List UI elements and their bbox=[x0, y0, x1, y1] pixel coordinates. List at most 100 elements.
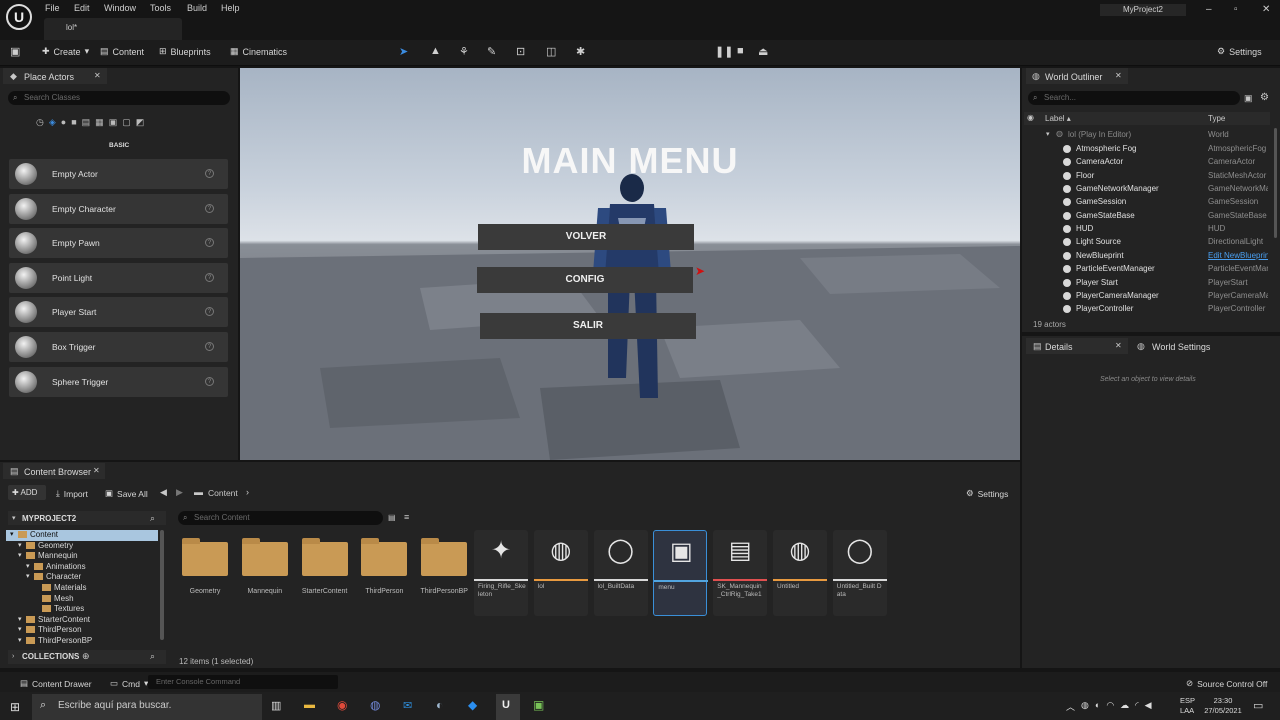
asset-tile[interactable]: ◯ lol_BuiltData bbox=[593, 530, 648, 616]
unreal-logo-icon[interactable]: U bbox=[6, 4, 32, 30]
source-control-button[interactable]: ⊘ Source Control Off bbox=[1186, 678, 1267, 689]
help-icon[interactable]: ? bbox=[205, 342, 214, 351]
volumes-icon[interactable]: ▣ bbox=[109, 117, 118, 131]
import-button[interactable]: ⤓ Import bbox=[56, 488, 88, 499]
close-button[interactable]: ✕ bbox=[1262, 4, 1270, 15]
maximize-button[interactable]: ▫ bbox=[1234, 4, 1238, 15]
save-icon[interactable]: ▣ bbox=[10, 45, 20, 58]
search-content-input[interactable]: Search Content bbox=[178, 511, 383, 525]
search-classes-input[interactable]: Search Classes bbox=[8, 91, 230, 105]
steam-tray-icon[interactable]: ◐ bbox=[1095, 700, 1100, 713]
vscode-icon[interactable]: ◆ bbox=[468, 698, 477, 712]
level-viewport[interactable]: MAIN MENU VOLVER CONFIG SALIR ➤ bbox=[240, 68, 1020, 460]
help-icon[interactable]: ? bbox=[205, 238, 214, 248]
animation-mode-icon[interactable]: ✱ bbox=[576, 45, 585, 58]
filter-icon[interactable]: ≡ bbox=[404, 512, 409, 522]
notifications-icon[interactable]: ▭ bbox=[1253, 699, 1263, 712]
tree-item[interactable]: Mesh bbox=[6, 594, 158, 605]
file-explorer-icon[interactable]: ▬ bbox=[304, 699, 315, 711]
taskbar-search-input[interactable]: Escribe aquí para buscar. bbox=[32, 694, 262, 720]
help-icon[interactable]: ? bbox=[205, 169, 214, 178]
tree-item[interactable]: ▾ ThirdPerson bbox=[6, 625, 158, 636]
outliner-row[interactable]: NewBlueprint Edit NewBlueprint bbox=[1026, 250, 1270, 263]
outliner-row[interactable]: PlayerController PlayerController bbox=[1026, 303, 1270, 316]
history-forward-icon[interactable]: ▶ bbox=[176, 487, 183, 498]
salir-button[interactable]: SALIR bbox=[480, 313, 696, 339]
volume-icon[interactable]: ◀ bbox=[1145, 700, 1152, 713]
outliner-row[interactable]: Atmospheric Fog AtmosphericFog bbox=[1026, 143, 1270, 156]
pause-icon[interactable]: ❚❚ bbox=[715, 45, 733, 58]
asset-tile[interactable]: ◯ Untitled_Built Data bbox=[832, 530, 887, 616]
cinematic-icon[interactable]: ▤ bbox=[82, 117, 91, 131]
asset-tile[interactable]: ◍ lol bbox=[533, 530, 588, 616]
menu-help[interactable]: Help bbox=[221, 3, 240, 13]
windows-start-icon[interactable]: ⊞ bbox=[10, 700, 20, 714]
actor-item[interactable]: Empty Pawn? bbox=[9, 228, 228, 259]
project-root-label[interactable]: MYPROJECT2 bbox=[22, 514, 76, 523]
collections-label[interactable]: COLLECTIONS bbox=[22, 652, 79, 661]
menu-edit[interactable]: Edit bbox=[74, 3, 90, 13]
clock[interactable]: 23:30 27/05/2021 bbox=[1202, 696, 1244, 716]
folder-tile[interactable]: ThirdPersonBP bbox=[417, 538, 471, 608]
close-tab-icon[interactable]: ✕ bbox=[1115, 71, 1122, 80]
label-column-header[interactable]: Label ▴ bbox=[1045, 114, 1071, 123]
chrome-icon[interactable]: ◉ bbox=[337, 698, 347, 712]
outliner-row[interactable]: PlayerCameraManager PlayerCameraManager bbox=[1026, 290, 1270, 303]
cinematics-button[interactable]: ▦ Cinematics bbox=[230, 46, 287, 57]
shapes-icon[interactable]: ■ bbox=[71, 117, 76, 131]
actor-item[interactable]: Player Start? bbox=[9, 297, 228, 328]
outliner-row[interactable]: ParticleEventManager ParticleEventManager bbox=[1026, 263, 1270, 276]
outliner-row[interactable]: GameNetworkManager GameNetworkManager bbox=[1026, 183, 1270, 196]
select-mode-icon[interactable]: ➤ bbox=[399, 45, 408, 58]
outliner-scrollbar[interactable] bbox=[1274, 128, 1277, 238]
visibility-icon[interactable]: ◉ bbox=[1027, 113, 1034, 122]
discord-tray-icon[interactable]: ◍ bbox=[1081, 700, 1089, 713]
asset-tile[interactable]: ✦ Firing_Rifle_Skeleton bbox=[474, 530, 528, 616]
actor-item[interactable]: Empty Actor? bbox=[9, 159, 228, 189]
close-tab-icon[interactable]: ✕ bbox=[94, 71, 101, 80]
outliner-row[interactable]: GameStateBase GameStateBase bbox=[1026, 210, 1270, 223]
asset-tile[interactable]: ▣ menu bbox=[653, 530, 709, 616]
tree-scrollbar[interactable] bbox=[160, 530, 164, 640]
menu-tools[interactable]: Tools bbox=[150, 3, 171, 13]
outliner-row[interactable]: CameraActor CameraActor bbox=[1026, 156, 1270, 169]
eject-icon[interactable]: ⏏ bbox=[758, 45, 768, 58]
visual-icon[interactable]: ▦ bbox=[95, 117, 104, 131]
save-all-button[interactable]: ▣ Save All bbox=[105, 488, 148, 499]
actor-item[interactable]: Point Light? bbox=[9, 262, 228, 293]
tree-item[interactable]: Textures bbox=[6, 604, 158, 615]
mail-icon[interactable]: ✉ bbox=[403, 699, 412, 712]
outliner-row[interactable]: HUD HUD bbox=[1026, 223, 1270, 236]
type-column-header[interactable]: Type bbox=[1208, 114, 1225, 123]
android-icon[interactable]: ▣ bbox=[533, 698, 544, 712]
breadcrumb-content[interactable]: Content bbox=[208, 488, 238, 498]
tree-item[interactable]: Materials bbox=[6, 583, 158, 594]
chevron-up-icon[interactable]: ︿ bbox=[1066, 700, 1075, 713]
menu-build[interactable]: Build bbox=[187, 3, 207, 13]
network-icon[interactable]: ◠ bbox=[1106, 700, 1114, 713]
create-button[interactable]: ✚ Create ▾ bbox=[42, 46, 89, 57]
search-icon[interactable]: ⌕ bbox=[150, 651, 155, 662]
tree-item[interactable]: ▾ ThirdPersonBP bbox=[6, 636, 158, 647]
asset-tile[interactable]: ◍ Untitled bbox=[773, 530, 827, 616]
content-drawer-button[interactable]: ▤ Content Drawer bbox=[20, 678, 92, 689]
actor-item[interactable]: Empty Character? bbox=[9, 193, 228, 224]
all-classes-icon[interactable]: ▢ bbox=[122, 117, 131, 131]
stop-icon[interactable]: ■ bbox=[737, 45, 744, 57]
actor-item[interactable]: Sphere Trigger? bbox=[9, 366, 228, 397]
outliner-row[interactable]: Floor StaticMeshActor bbox=[1026, 170, 1270, 183]
world-settings-tab[interactable]: World Settings bbox=[1152, 342, 1210, 352]
menu-window[interactable]: Window bbox=[104, 3, 136, 13]
tree-item[interactable]: ▾ Content bbox=[6, 530, 158, 541]
add-folder-icon[interactable]: ▣ bbox=[1244, 93, 1253, 104]
outliner-search-input[interactable]: Search... bbox=[1028, 91, 1240, 105]
language-indicator[interactable]: ESP LAA bbox=[1180, 696, 1195, 716]
outliner-row-type[interactable]: Edit NewBlueprint bbox=[1208, 251, 1268, 260]
volver-button[interactable]: VOLVER bbox=[478, 224, 694, 250]
add-collection-icon[interactable]: ⊕ bbox=[82, 651, 90, 662]
help-icon[interactable]: ? bbox=[205, 272, 214, 282]
discord-icon[interactable]: ◍ bbox=[370, 698, 380, 712]
outliner-row[interactable]: Player Start PlayerStart bbox=[1026, 277, 1270, 290]
folder-tile[interactable]: StarterContent bbox=[298, 538, 352, 608]
cloud-icon[interactable]: ☁ bbox=[1120, 700, 1129, 713]
